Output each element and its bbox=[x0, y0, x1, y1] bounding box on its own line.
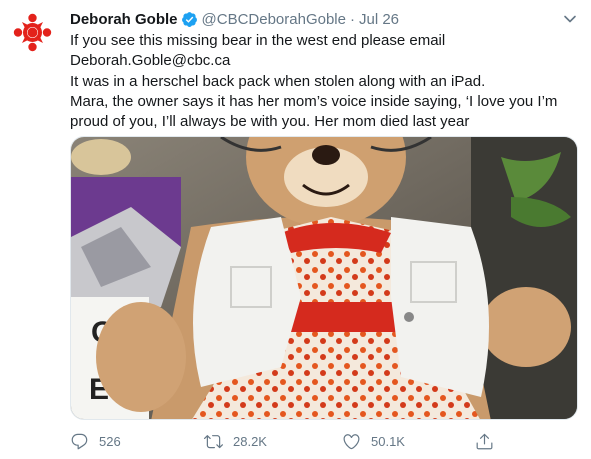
tweet-text: If you see this missing bear in the west… bbox=[70, 31, 575, 132]
header-separator: · bbox=[349, 10, 355, 28]
chevron-down-icon[interactable] bbox=[563, 12, 577, 26]
tweet-text-line: proud of you, I’ll always be with you. H… bbox=[70, 113, 470, 131]
tweet-text-line: Mara, the owner says it has her mom’s vo… bbox=[70, 92, 558, 110]
reply-icon bbox=[71, 433, 88, 449]
tweet-text-line: If you see this missing bear in the west… bbox=[70, 32, 446, 49]
tweet-text-line: It was in a herschel back pack when stol… bbox=[70, 72, 486, 90]
share-button[interactable] bbox=[475, 428, 504, 454]
author-name[interactable]: Deborah Goble bbox=[70, 11, 178, 28]
like-button[interactable]: 50.1K bbox=[342, 428, 405, 454]
retweet-icon bbox=[204, 434, 223, 448]
tweet-header: Deborah Goble @CBCDeborahGoble · Jul 26 bbox=[70, 9, 399, 29]
author-handle[interactable]: @CBCDeborahGoble bbox=[202, 11, 346, 28]
reply-button[interactable]: 526 bbox=[70, 428, 121, 454]
retweet-button[interactable]: 28.2K bbox=[204, 428, 267, 454]
tweet-email-link[interactable]: Deborah.Goble@cbc.ca bbox=[70, 51, 575, 71]
reply-count: 526 bbox=[99, 433, 121, 449]
like-icon bbox=[343, 433, 360, 449]
retweet-count: 28.2K bbox=[233, 433, 267, 449]
tweet-photo[interactable]: O U E R bbox=[70, 136, 578, 420]
verified-badge-icon bbox=[181, 11, 198, 28]
avatar[interactable] bbox=[8, 8, 57, 57]
tweet-actions: 526 28.2K 50.1K bbox=[70, 428, 575, 454]
tweet-date[interactable]: Jul 26 bbox=[359, 11, 399, 28]
share-icon bbox=[476, 433, 493, 449]
like-count: 50.1K bbox=[371, 433, 405, 449]
